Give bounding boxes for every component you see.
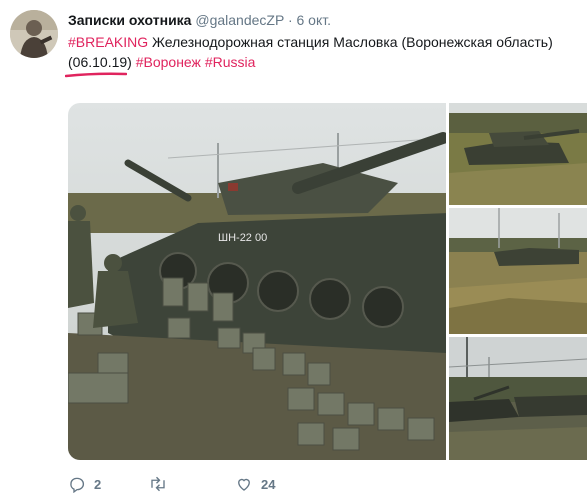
reply-button[interactable]: 2	[68, 474, 101, 494]
reply-icon	[70, 477, 85, 493]
user-handle[interactable]: @galandecZP	[195, 12, 284, 28]
photo-tank-main[interactable]: ШН-22 00	[68, 103, 446, 460]
turret-marking: ШН-22 00	[218, 232, 267, 244]
hashtag-breaking[interactable]: #BREAKING	[68, 34, 148, 50]
retweet-icon	[151, 476, 165, 492]
photo-tanks-train[interactable]	[449, 337, 587, 460]
retweet-button[interactable]	[148, 474, 176, 494]
tweet: Записки охотника @galandecZP · 6 окт. #B…	[0, 0, 587, 499]
display-name[interactable]: Записки охотника	[68, 12, 191, 28]
like-button[interactable]: 24	[235, 474, 275, 494]
tweet-header: Записки охотника @galandecZP · 6 окт.	[68, 12, 331, 28]
tanks-field-image-1	[449, 103, 587, 205]
tank-photo-image: ШН-22 00	[68, 103, 446, 460]
reply-count: 2	[94, 476, 102, 492]
avatar[interactable]	[10, 10, 58, 58]
red-underline-annotation	[65, 72, 127, 78]
tanks-train-image	[449, 337, 587, 460]
tweet-timestamp[interactable]: 6 окт.	[297, 12, 332, 28]
avatar-image	[10, 10, 58, 58]
photo-tanks-field-1[interactable]	[449, 103, 587, 205]
tweet-actions: 2 24	[68, 474, 568, 494]
like-count: 24	[261, 476, 276, 492]
tweet-date: (06.10.19)	[68, 54, 132, 70]
tanks-field-image-2	[449, 208, 587, 334]
hashtag-voronezh[interactable]: #Воронеж	[136, 54, 201, 70]
photo-tanks-field-2[interactable]	[449, 208, 587, 334]
hashtag-russia[interactable]: #Russia	[205, 54, 256, 70]
media-grid: ШН-22 00	[68, 103, 587, 460]
separator-dot: ·	[287, 12, 293, 28]
tweet-body: Железнодорожная станция Масловка (Вороне…	[148, 34, 553, 50]
heart-icon	[238, 478, 250, 491]
tweet-text: #BREAKING Железнодорожная станция Маслов…	[68, 32, 573, 72]
